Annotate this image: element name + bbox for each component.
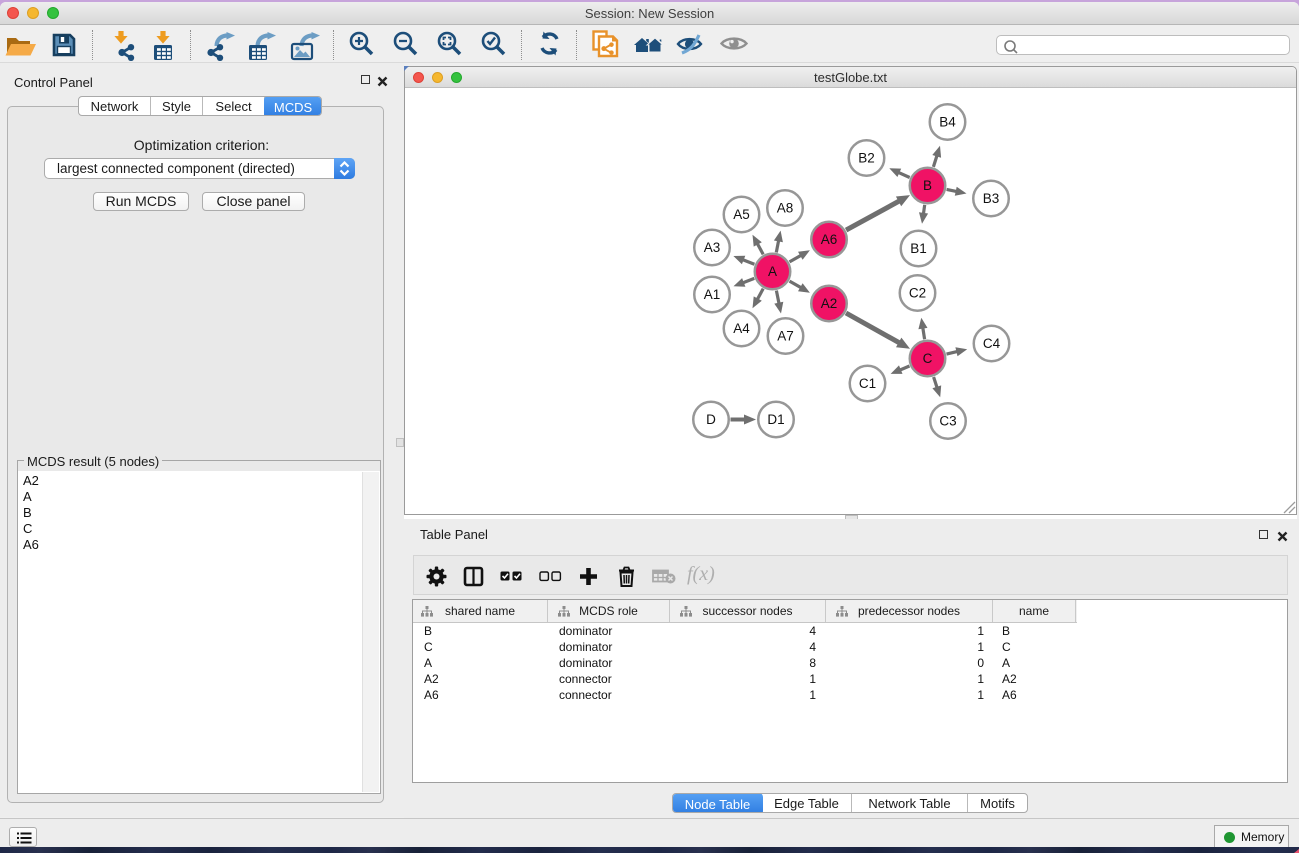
svg-text:A6: A6 [821,232,838,247]
svg-text:A7: A7 [777,329,794,344]
svg-text:C: C [923,351,933,366]
svg-text:B2: B2 [858,151,875,166]
svg-text:A1: A1 [704,287,721,302]
svg-text:D1: D1 [767,412,784,427]
svg-text:C3: C3 [939,414,956,429]
svg-text:C4: C4 [983,336,1001,351]
svg-text:C1: C1 [859,376,876,391]
svg-text:A3: A3 [704,240,721,255]
svg-text:B4: B4 [939,115,956,130]
svg-text:B: B [923,178,932,193]
svg-text:B3: B3 [983,191,1000,206]
svg-text:A4: A4 [733,321,750,336]
svg-text:A2: A2 [821,296,838,311]
svg-text:C2: C2 [909,286,926,301]
svg-text:A: A [768,264,777,279]
svg-text:B1: B1 [910,241,927,256]
svg-text:A8: A8 [777,201,794,216]
svg-text:D: D [706,412,716,427]
svg-text:A5: A5 [733,207,750,222]
